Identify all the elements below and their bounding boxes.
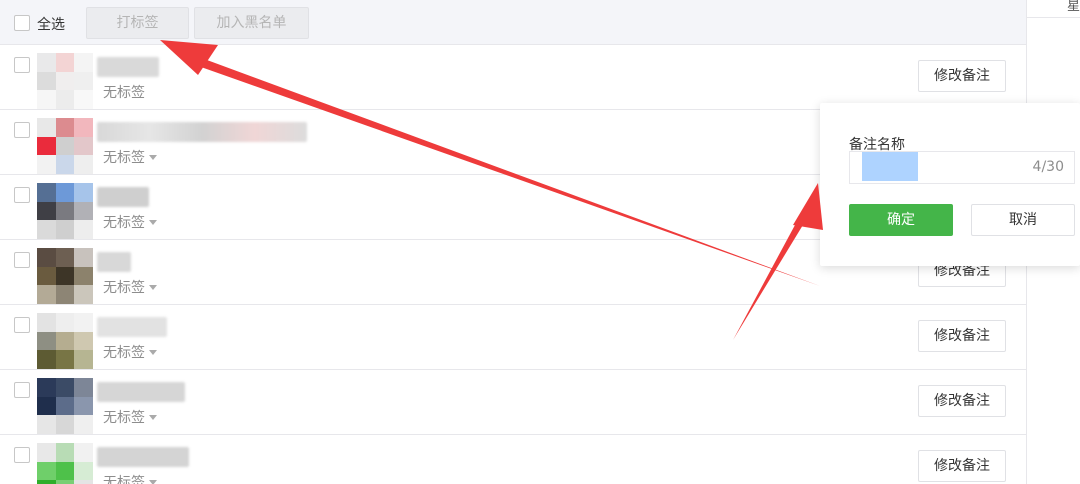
- chevron-down-icon: [149, 480, 157, 484]
- row-checkbox[interactable]: [14, 382, 30, 398]
- edit-remark-button[interactable]: 修改备注: [918, 60, 1006, 92]
- avatar: [37, 443, 93, 484]
- select-all-checkbox[interactable]: [14, 15, 30, 31]
- user-row: 无标签 修改备注: [0, 305, 1026, 370]
- user-nickname-redacted: [97, 187, 149, 207]
- tag-label: 无标签: [103, 410, 145, 426]
- chevron-down-icon: [149, 220, 157, 225]
- avatar: [37, 183, 93, 239]
- select-all-label[interactable]: 全选: [37, 14, 65, 34]
- row-checkbox[interactable]: [14, 122, 30, 138]
- avatar: [37, 118, 93, 174]
- chevron-down-icon: [149, 155, 157, 160]
- user-tag-dropdown[interactable]: 无标签: [103, 342, 157, 362]
- avatar: [37, 53, 93, 109]
- row-checkbox[interactable]: [14, 187, 30, 203]
- edit-remark-button[interactable]: 修改备注: [918, 385, 1006, 417]
- row-checkbox[interactable]: [14, 252, 30, 268]
- avatar: [37, 248, 93, 304]
- remark-name-input[interactable]: 4/30: [849, 151, 1075, 184]
- row-checkbox[interactable]: [14, 57, 30, 73]
- avatar: [37, 313, 93, 369]
- user-tag-dropdown[interactable]: 无标签: [103, 147, 157, 167]
- tag-label: 无标签: [103, 150, 145, 166]
- tag-label: 无标签: [103, 475, 145, 484]
- divider: [1027, 17, 1080, 18]
- user-nickname-redacted: [97, 447, 189, 467]
- edit-remark-popover: 备注名称 4/30 确定 取消: [820, 103, 1080, 266]
- user-row: 无标签 修改备注: [0, 45, 1026, 110]
- user-row: 无标签 修改备注: [0, 435, 1026, 484]
- chevron-down-icon: [149, 350, 157, 355]
- user-nickname-redacted: [97, 317, 167, 337]
- user-tag-dropdown[interactable]: 无标签: [103, 82, 145, 102]
- row-checkbox[interactable]: [14, 317, 30, 333]
- avatar: [37, 378, 93, 434]
- user-tag-dropdown[interactable]: 无标签: [103, 277, 157, 297]
- add-to-blacklist-button[interactable]: 加入黑名单: [194, 7, 309, 39]
- edit-remark-button[interactable]: 修改备注: [918, 450, 1006, 482]
- user-row: 无标签 修改备注: [0, 370, 1026, 435]
- right-column-text: 星: [1067, 0, 1080, 14]
- cancel-button[interactable]: 取消: [971, 204, 1075, 236]
- toolbar: 全选 打标签 加入黑名单: [0, 0, 1026, 45]
- selected-text-highlight: [862, 152, 918, 181]
- user-nickname-redacted: [97, 382, 185, 402]
- edit-remark-button[interactable]: 修改备注: [918, 320, 1006, 352]
- user-nickname-redacted: [97, 252, 131, 272]
- user-tag-dropdown[interactable]: 无标签: [103, 212, 157, 232]
- confirm-button[interactable]: 确定: [849, 204, 953, 236]
- user-tag-dropdown[interactable]: 无标签: [103, 407, 157, 427]
- character-counter: 4/30: [1032, 159, 1064, 175]
- tag-label: 无标签: [103, 85, 145, 101]
- chevron-down-icon: [149, 285, 157, 290]
- user-tag-dropdown[interactable]: 无标签: [103, 472, 157, 484]
- tag-label: 无标签: [103, 215, 145, 231]
- tag-label: 无标签: [103, 280, 145, 296]
- row-checkbox[interactable]: [14, 447, 30, 463]
- user-nickname-redacted: [97, 57, 159, 77]
- tag-button[interactable]: 打标签: [86, 7, 189, 39]
- chevron-down-icon: [149, 415, 157, 420]
- user-nickname-redacted: [97, 122, 307, 142]
- tag-label: 无标签: [103, 345, 145, 361]
